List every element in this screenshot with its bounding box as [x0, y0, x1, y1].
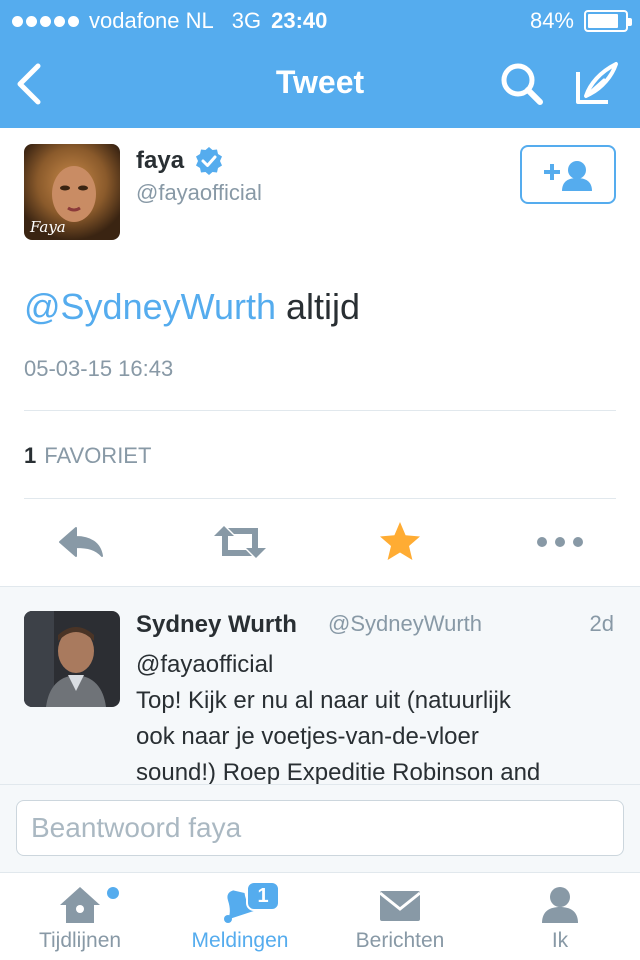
- tab-label: Ik: [551, 929, 569, 952]
- author-name[interactable]: faya: [136, 147, 184, 175]
- reply-icon: [59, 527, 103, 557]
- reply-input[interactable]: [16, 800, 624, 856]
- reply-text-line[interactable]: @fayaofficial: [136, 647, 616, 683]
- reply-text-line: sound!) Roep Expeditie Robinson and: [136, 759, 541, 784]
- verified-badge-icon: [196, 147, 223, 175]
- reply-text: @fayaofficial Top! Kijk er nu al naar ui…: [136, 647, 616, 784]
- tab-messages[interactable]: Berichten: [320, 873, 480, 960]
- reply-author-name[interactable]: Sydney Wurth: [136, 611, 297, 639]
- compose-icon: [576, 62, 618, 104]
- search-icon: [501, 63, 543, 105]
- retweet-icon: [214, 526, 266, 558]
- reply-bar: [0, 784, 640, 872]
- notifications-badge: 1: [246, 881, 280, 911]
- divider: [24, 498, 616, 499]
- reply-tweet[interactable]: Sydney Wurth @SydneyWurth 2d @fayaoffici…: [0, 586, 640, 784]
- author-avatar[interactable]: Faya: [24, 144, 120, 240]
- home-icon: [60, 887, 100, 923]
- tab-me[interactable]: Ik: [480, 873, 640, 960]
- battery-percentage: 84%: [529, 8, 574, 33]
- follow-button[interactable]: [520, 145, 616, 204]
- signal-strength-icon: [12, 15, 79, 27]
- faya-logo: Faya: [29, 218, 66, 236]
- tab-label: Berichten: [355, 929, 445, 952]
- clock: 23:40: [271, 8, 328, 33]
- timelines-new-dot: [107, 887, 119, 899]
- favorites-count: 1: [24, 443, 37, 468]
- search-button[interactable]: [496, 58, 548, 110]
- tab-timelines[interactable]: Tijdlijnen: [0, 873, 160, 960]
- favorites-stat[interactable]: 1 FAVORIET: [24, 443, 151, 469]
- nav-bar: Tweet: [0, 40, 640, 128]
- network-type: 3G: [231, 8, 262, 33]
- carrier-name: vodafone NL: [89, 8, 214, 33]
- author-name-row: faya: [136, 146, 224, 176]
- reply-time: 2d: [589, 611, 614, 636]
- tab-notifications[interactable]: 1 Meldingen: [160, 873, 320, 960]
- battery-level-fill: [588, 14, 619, 28]
- tweet-body: altijd: [286, 286, 361, 327]
- status-bar: vodafone NL 3G 23:40 84%: [0, 0, 640, 40]
- reply-avatar[interactable]: [24, 611, 120, 707]
- envelope-icon: [379, 891, 421, 921]
- reply-author-photo: [24, 611, 120, 707]
- tweet-timestamp: 05-03-15 16:43: [24, 356, 174, 381]
- reply-button[interactable]: [50, 518, 110, 566]
- tab-bar: Tijdlijnen 1 Meldingen Berichten Ik: [0, 872, 640, 960]
- favorite-button[interactable]: [370, 518, 430, 566]
- favorites-label: FAVORIET: [44, 443, 152, 468]
- compose-button[interactable]: [570, 58, 622, 110]
- more-icon: [537, 537, 583, 547]
- author-handle[interactable]: @fayaofficial: [136, 180, 262, 206]
- tweet-text: @SydneyWurth altijd: [24, 286, 360, 328]
- mention-link[interactable]: @SydneyWurth: [24, 286, 276, 327]
- status-bar-left: vodafone NL 3G 23:40: [12, 8, 327, 34]
- star-icon: [380, 522, 420, 560]
- person-icon: [542, 887, 578, 923]
- retweet-button[interactable]: [210, 518, 270, 566]
- tab-label: Meldingen: [191, 929, 289, 952]
- header: vodafone NL 3G 23:40 84% Tweet: [0, 0, 640, 128]
- more-button[interactable]: [530, 518, 590, 566]
- tab-label: Tijdlijnen: [38, 929, 122, 952]
- add-user-icon: [544, 161, 592, 191]
- author-photo: Faya: [24, 144, 120, 240]
- battery-icon: [584, 10, 632, 32]
- divider: [24, 410, 616, 411]
- status-bar-right: 84%: [529, 8, 632, 34]
- reply-text-line: ook naar je voetjes-van-de-vloer: [136, 723, 479, 750]
- reply-author-handle[interactable]: @SydneyWurth: [328, 611, 482, 637]
- reply-text-line: Top! Kijk er nu al naar uit (natuurlijk: [136, 687, 511, 714]
